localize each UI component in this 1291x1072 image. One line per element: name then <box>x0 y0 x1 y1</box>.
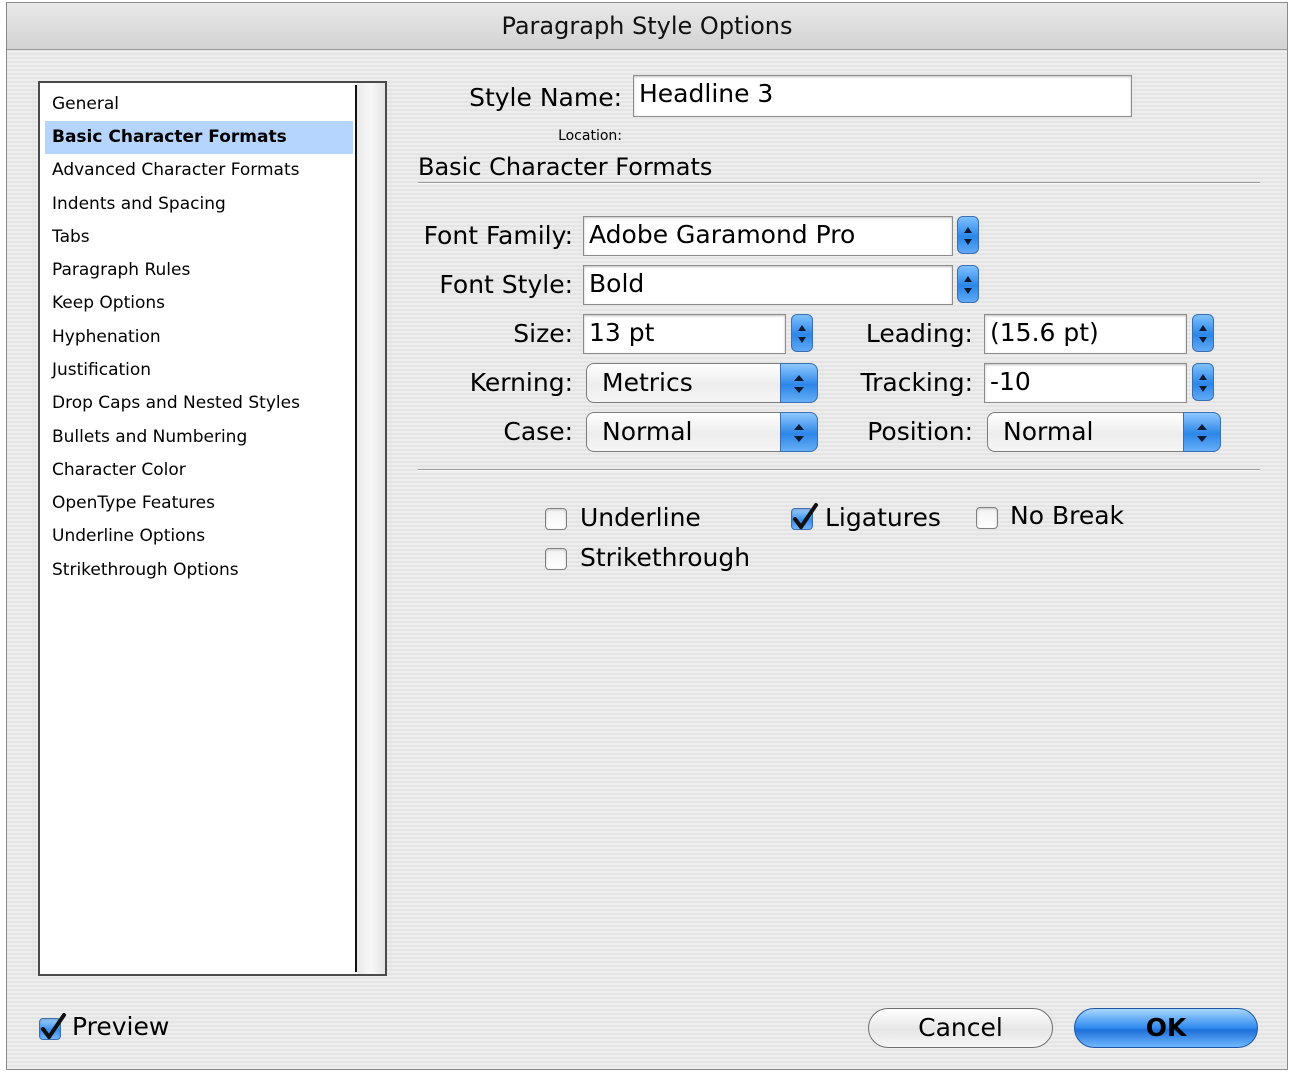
case-value: Normal <box>602 417 693 446</box>
up-down-arrows-icon <box>964 276 972 294</box>
size-stepper[interactable] <box>791 314 813 352</box>
kerning-popup-arrow <box>780 363 818 403</box>
position-value: Normal <box>1003 417 1094 446</box>
ligatures-checkbox[interactable] <box>791 503 818 530</box>
dialog-title: Paragraph Style Options <box>501 12 793 40</box>
strikethrough-label[interactable]: Strikethrough <box>580 543 750 572</box>
case-select[interactable]: Normal <box>586 412 818 452</box>
leading-label: Leading: <box>865 319 973 348</box>
style-name-label: Style Name: <box>469 83 622 112</box>
up-down-arrows-icon <box>1197 424 1207 442</box>
sidebar-item-keep-options[interactable]: Keep Options <box>45 287 353 320</box>
title-bar[interactable]: Paragraph Style Options <box>7 3 1287 50</box>
up-down-arrows-icon <box>794 424 804 442</box>
up-down-arrows-icon <box>964 227 972 245</box>
sidebar-item-bullets-and-numbering[interactable]: Bullets and Numbering <box>45 421 353 454</box>
sidebar-item-underline-options[interactable]: Underline Options <box>45 520 353 553</box>
section-divider <box>418 182 1260 184</box>
sidebar-item-opentype-features[interactable]: OpenType Features <box>45 487 353 520</box>
size-field[interactable]: 13 pt <box>583 314 786 354</box>
preview-label[interactable]: Preview <box>72 1012 169 1041</box>
size-label: Size: <box>513 319 573 348</box>
no-break-label[interactable]: No Break <box>1010 501 1124 530</box>
underline-checkbox[interactable] <box>545 508 567 530</box>
position-popup-arrow <box>1183 412 1221 452</box>
position-select[interactable]: Normal <box>987 412 1221 452</box>
up-down-arrows-icon <box>1199 374 1207 392</box>
tracking-field[interactable]: -10 <box>984 363 1187 403</box>
underline-label[interactable]: Underline <box>580 503 701 532</box>
cancel-button[interactable]: Cancel <box>868 1008 1053 1048</box>
checkmark-icon <box>41 1013 66 1039</box>
preview-checkbox[interactable] <box>39 1013 66 1040</box>
leading-stepper[interactable] <box>1192 314 1214 352</box>
sidebar-item-general[interactable]: General <box>45 88 353 121</box>
position-label: Position: <box>867 417 973 446</box>
font-style-field[interactable]: Bold <box>583 265 953 305</box>
up-down-arrows-icon <box>798 325 806 343</box>
category-list-items: General Basic Character Formats Advanced… <box>42 85 357 972</box>
leading-field[interactable]: (15.6 pt) <box>984 314 1187 354</box>
sidebar-item-indents-and-spacing[interactable]: Indents and Spacing <box>45 188 353 221</box>
section-title: Basic Character Formats <box>418 153 713 181</box>
sidebar-item-drop-caps-and-nested-styles[interactable]: Drop Caps and Nested Styles <box>45 387 353 420</box>
up-down-arrows-icon <box>1199 325 1207 343</box>
kerning-label: Kerning: <box>469 368 573 397</box>
sidebar-item-strikethrough-options[interactable]: Strikethrough Options <box>45 554 353 587</box>
sidebar-item-character-color[interactable]: Character Color <box>45 454 353 487</box>
font-family-label: Font Family: <box>423 221 573 250</box>
sidebar-item-basic-character-formats[interactable]: Basic Character Formats <box>45 121 353 154</box>
category-list-scrollbar[interactable] <box>357 83 385 974</box>
options-divider <box>418 469 1260 471</box>
sidebar-item-justification[interactable]: Justification <box>45 354 353 387</box>
font-style-stepper[interactable] <box>957 265 979 303</box>
ligatures-label[interactable]: Ligatures <box>825 503 941 532</box>
dialog-window: Paragraph Style Options General Basic Ch… <box>6 2 1288 1070</box>
location-label: Location: <box>558 128 622 144</box>
sidebar-item-paragraph-rules[interactable]: Paragraph Rules <box>45 254 353 287</box>
checkmark-icon <box>793 503 818 529</box>
up-down-arrows-icon <box>794 375 804 393</box>
ok-button[interactable]: OK <box>1074 1008 1258 1048</box>
sidebar-item-advanced-character-formats[interactable]: Advanced Character Formats <box>45 154 353 187</box>
style-name-input[interactable]: Headline 3 <box>633 75 1132 117</box>
case-label: Case: <box>503 417 573 446</box>
kerning-select[interactable]: Metrics <box>586 363 818 403</box>
sidebar-item-tabs[interactable]: Tabs <box>45 221 353 254</box>
case-popup-arrow <box>780 412 818 452</box>
font-family-field[interactable]: Adobe Garamond Pro <box>583 216 953 256</box>
strikethrough-checkbox[interactable] <box>545 548 567 570</box>
tracking-stepper[interactable] <box>1192 363 1214 401</box>
font-style-label: Font Style: <box>439 270 573 299</box>
kerning-value: Metrics <box>602 368 693 397</box>
no-break-checkbox[interactable] <box>976 507 998 529</box>
category-list[interactable]: General Basic Character Formats Advanced… <box>38 81 387 976</box>
tracking-label: Tracking: <box>860 368 974 397</box>
sidebar-item-hyphenation[interactable]: Hyphenation <box>45 321 353 354</box>
font-family-stepper[interactable] <box>957 216 979 254</box>
